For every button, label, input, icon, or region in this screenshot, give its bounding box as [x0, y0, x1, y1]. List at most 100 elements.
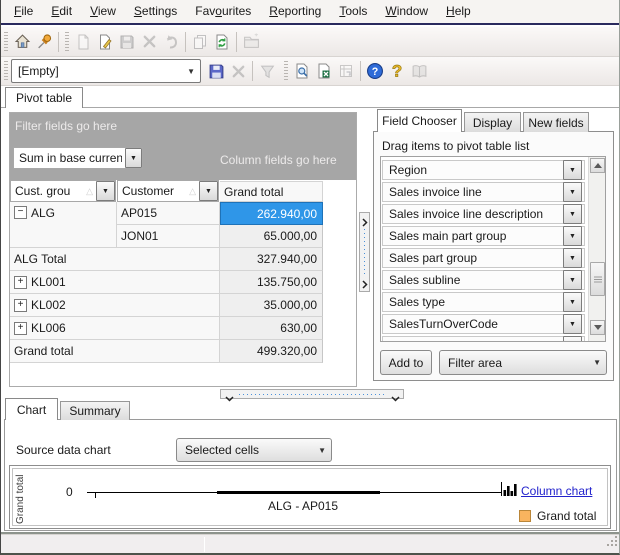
pivot-cell-group-alg[interactable]: − ALG [10, 202, 117, 248]
field-dropdown-button[interactable]: ▼ [563, 336, 582, 341]
field-dropdown-button[interactable]: ▼ [563, 226, 582, 246]
chevron-down-icon[interactable] [391, 391, 400, 405]
manual-icon[interactable] [408, 60, 430, 82]
pivot-cell-group[interactable]: + KL002 [10, 294, 220, 317]
field-dropdown-button[interactable]: ▼ [563, 204, 582, 224]
cust-group-dropdown-button[interactable]: ▼ [96, 181, 115, 201]
menu-edit[interactable]: Edit [42, 0, 81, 23]
pivot-cell-customer[interactable]: AP015 [117, 202, 220, 225]
chevron-down-icon[interactable] [225, 391, 234, 405]
chart-category-label: ALG - AP015 [267, 499, 339, 513]
vertical-splitter[interactable] [359, 212, 370, 292]
field-dropdown-button[interactable]: ▼ [563, 160, 582, 180]
field-dropdown-button[interactable]: ▼ [563, 270, 582, 290]
layout-profile-select[interactable]: [Empty] ▼ [11, 59, 201, 83]
context-help-icon[interactable]: ? [386, 60, 408, 82]
legend-swatch [519, 510, 531, 522]
customer-dropdown-button[interactable]: ▼ [199, 181, 218, 201]
pivot-cell-value[interactable]: 65.000,00 [220, 225, 323, 248]
tab-chart[interactable]: Chart [5, 398, 58, 420]
collapse-icon[interactable]: − [14, 206, 27, 219]
filter-drop-zone-label: Filter fields go here [15, 119, 118, 133]
field-item[interactable]: Sales invoice line description ▼ [382, 204, 585, 224]
save-layout-icon[interactable] [205, 60, 227, 82]
expand-icon[interactable]: + [14, 275, 27, 289]
expand-icon[interactable]: + [14, 298, 27, 312]
tab-display[interactable]: Display [464, 112, 521, 132]
field-dropdown-button[interactable]: ▼ [563, 314, 582, 334]
menu-favourites[interactable]: Favourites [186, 0, 260, 23]
menu-reporting[interactable]: Reporting [260, 0, 330, 23]
chevron-right-icon[interactable] [362, 278, 368, 292]
pivot-cell-value[interactable]: 35.000,00 [220, 294, 323, 317]
open-folder-icon[interactable] [240, 31, 262, 53]
resize-grip[interactable] [606, 535, 619, 551]
area-select[interactable]: Filter area ▼ [439, 350, 607, 375]
filter-icon[interactable] [256, 60, 278, 82]
row-field-customer[interactable]: Customer △ ▼ [117, 180, 219, 202]
field-item[interactable]: Sales invoice line ▼ [382, 182, 585, 202]
measure-dropdown-button[interactable]: ▼ [124, 148, 142, 168]
menu-window[interactable]: Window [376, 0, 437, 23]
field-dropdown-button[interactable]: ▼ [563, 292, 582, 312]
field-item[interactable]: Sales type ▼ [382, 292, 585, 312]
tab-pivot-table[interactable]: Pivot table [5, 87, 83, 108]
edit-document-icon[interactable] [94, 31, 116, 53]
row-field-cust-group[interactable]: Cust. group △ ▼ [10, 180, 116, 202]
new-document-icon[interactable] [72, 31, 94, 53]
horizontal-splitter[interactable] [220, 389, 404, 402]
pivot-cell-value-selected[interactable]: 262.940,00 [220, 202, 323, 225]
field-item-region[interactable]: Region ▼ [382, 160, 585, 180]
copy-icon[interactable] [189, 31, 211, 53]
menu-help[interactable]: Help [437, 0, 480, 23]
field-item[interactable]: Sales part group ▼ [382, 248, 585, 268]
print-preview-icon[interactable] [291, 60, 313, 82]
pivot-cell-customer[interactable]: JON01 [117, 225, 220, 248]
field-dropdown-button[interactable]: ▼ [563, 248, 582, 268]
menu-settings[interactable]: Settings [125, 0, 186, 23]
source-data-chart-select[interactable]: Selected cells ▼ [176, 438, 332, 462]
scroll-up-button[interactable] [590, 158, 605, 173]
add-to-button[interactable]: Add to [380, 350, 432, 375]
pivot-cell-group-total[interactable]: ALG Total [10, 248, 220, 271]
home-icon[interactable] [11, 31, 33, 53]
pivot-cell-group[interactable]: + KL001 [10, 271, 220, 294]
field-item[interactable]: Sales subline ▼ [382, 270, 585, 290]
tab-new-fields[interactable]: New fields [523, 112, 589, 132]
undo-icon[interactable] [160, 31, 182, 53]
field-dropdown-button[interactable]: ▼ [563, 182, 582, 202]
menu-bar: File Edit View Settings Favourites Repor… [1, 0, 619, 25]
pivot-cell-value[interactable]: 630,00 [220, 317, 323, 340]
column-chart-link[interactable]: Column chart [521, 484, 592, 498]
refresh-icon[interactable] [211, 31, 233, 53]
menu-file[interactable]: File [5, 0, 42, 23]
scrollbar-thumb[interactable] [590, 262, 605, 296]
help-icon[interactable]: ? [364, 60, 386, 82]
pivot-layout-icon[interactable] [335, 60, 357, 82]
expand-icon[interactable]: + [14, 321, 27, 335]
save-icon[interactable] [116, 31, 138, 53]
field-list-scrollbar[interactable] [588, 157, 605, 341]
pivot-cell-value[interactable]: 499.320,00 [220, 340, 323, 363]
tab-field-chooser[interactable]: Field Chooser [377, 109, 462, 132]
field-item[interactable]: SalesTurnOverCode ▼ [382, 314, 585, 334]
pivot-cell-value[interactable]: 327.940,00 [220, 248, 323, 271]
delete-layout-icon[interactable] [227, 60, 249, 82]
export-excel-icon[interactable] [313, 60, 335, 82]
menu-tools[interactable]: Tools [330, 0, 376, 23]
scroll-down-button[interactable] [590, 320, 605, 335]
source-data-chart-value: Selected cells [185, 443, 260, 457]
chevron-right-icon[interactable] [362, 216, 368, 230]
field-item[interactable]: Sales main part group ▼ [382, 226, 585, 246]
delete-icon[interactable] [138, 31, 160, 53]
value-column-header[interactable]: Grand total [220, 181, 323, 202]
measure-field-button[interactable]: Sum in base currency ▼ [13, 147, 143, 169]
tab-summary[interactable]: Summary [60, 401, 130, 420]
pivot-cell-group[interactable]: + KL006 [10, 317, 220, 340]
toolbar-grip [4, 31, 8, 52]
pivot-cell-grand-total[interactable]: Grand total [10, 340, 220, 363]
menu-view[interactable]: View [81, 0, 125, 23]
field-item[interactable]: Seller▼ [382, 336, 585, 341]
pin-icon[interactable] [33, 31, 55, 53]
pivot-cell-value[interactable]: 135.750,00 [220, 271, 323, 294]
